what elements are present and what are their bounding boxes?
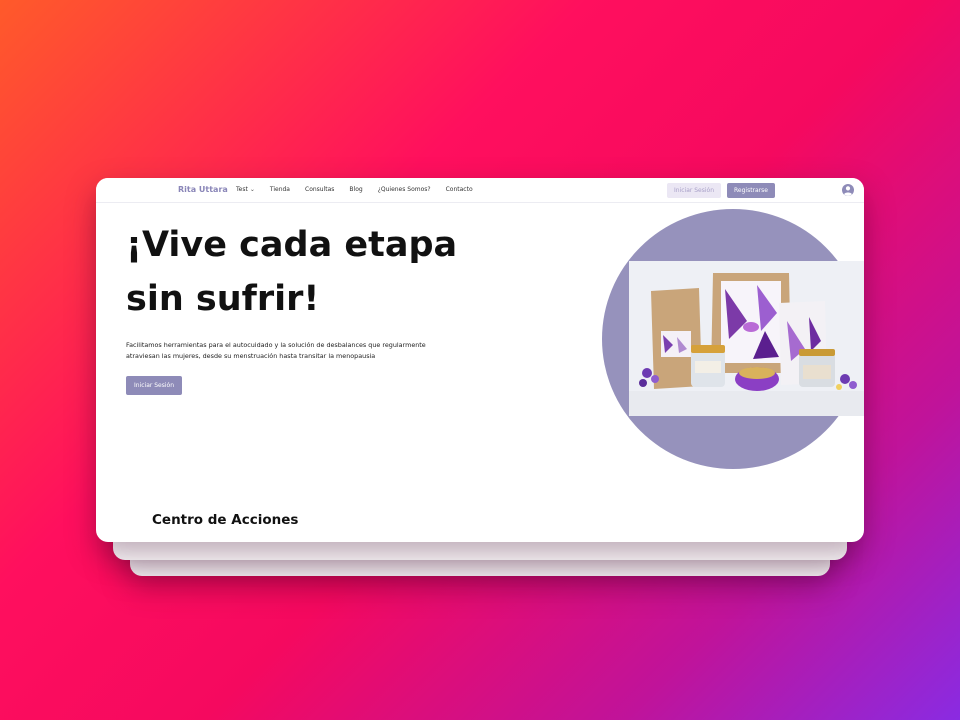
hero-login-button[interactable]: Iniciar Sesión (126, 376, 182, 395)
nav-link-tienda[interactable]: Tienda (270, 186, 290, 193)
register-button[interactable]: Registrarse (727, 183, 775, 198)
nav-link-quienes-somos[interactable]: ¿Quienes Somos? (378, 186, 431, 193)
brand-logo[interactable]: Rita Uttara (178, 185, 228, 194)
nav-link-contacto[interactable]: Contacto (446, 186, 473, 193)
hero-title-line-1: ¡Vive cada etapa (126, 225, 458, 265)
nav-link-test-label: Test (236, 186, 248, 193)
top-navbar: Rita Uttara Test ⌄ Tienda Consultas Blog… (96, 178, 864, 203)
user-account-icon[interactable] (841, 183, 855, 197)
hero-title-line-2: sin sufrir! (126, 279, 320, 319)
actions-section-title: Centro de Acciones (152, 512, 299, 528)
product-photo (629, 261, 864, 416)
nav-links: Test ⌄ Tienda Consultas Blog ¿Quienes So… (236, 186, 488, 193)
hero-title: ¡Vive cada etapa sin sufrir! (126, 218, 506, 326)
hero-description: Facilitamos herramientas para el autocui… (126, 341, 426, 360)
website-preview-card: Rita Uttara Test ⌄ Tienda Consultas Blog… (96, 178, 864, 542)
chevron-down-icon: ⌄ (249, 186, 255, 193)
nav-link-consultas[interactable]: Consultas (305, 186, 334, 193)
nav-link-test[interactable]: Test ⌄ (236, 186, 255, 193)
nav-link-blog[interactable]: Blog (349, 186, 362, 193)
login-button[interactable]: Iniciar Sesión (667, 183, 721, 198)
